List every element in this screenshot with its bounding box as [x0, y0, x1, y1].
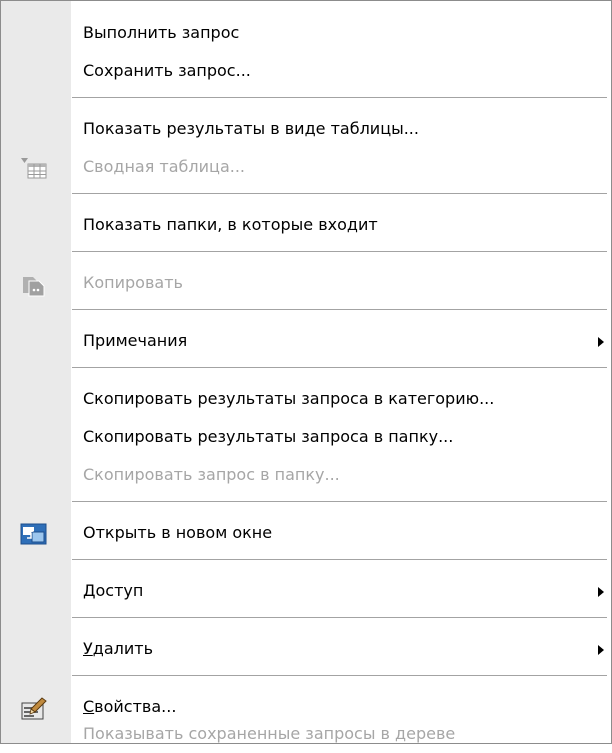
menu-item-pivot-table[interactable]: Сводная таблица... [1, 148, 611, 186]
menu-item-open-new-window[interactable]: Открыть в новом окне [1, 514, 611, 552]
menu-item-save-query[interactable]: Сохранить запрос... [1, 52, 611, 90]
menu-separator [72, 559, 607, 560]
menu-item-label: Доступ [83, 581, 144, 600]
menu-separator [72, 193, 607, 194]
context-menu: Выполнить запрос Сохранить запрос... Пок… [0, 0, 612, 744]
properties-icon [21, 697, 47, 720]
menu-item-show-saved-queries-tree[interactable]: Показывать сохраненные запросы в дереве [1, 724, 611, 744]
menu-item-show-table[interactable]: Показать результаты в виде таблицы... [1, 110, 611, 148]
menu-item-label: Скопировать результаты запроса в папку..… [83, 427, 454, 446]
menu-item-copy-results-folder[interactable]: Скопировать результаты запроса в папку..… [1, 418, 611, 456]
copy-icon [23, 277, 45, 297]
menu-item-label: Примечания [83, 331, 188, 350]
new-window-icon [20, 523, 47, 545]
menu-item-label: Скопировать запрос в папку... [83, 465, 340, 484]
menu-item-label: Сохранить запрос... [83, 61, 251, 80]
mnemonic-letter: С [83, 697, 95, 716]
menu-separator [72, 367, 607, 368]
menu-item-notes[interactable]: Примечания [1, 322, 611, 360]
menu-item-delete[interactable]: Удалить [1, 630, 611, 668]
menu-item-label: Сводная таблица... [83, 157, 245, 176]
menu-separator [72, 675, 607, 676]
menu-item-run-query[interactable]: Выполнить запрос [1, 14, 611, 52]
menu-item-copy-results-category[interactable]: Скопировать результаты запроса в категор… [1, 380, 611, 418]
menu-separator [72, 617, 607, 618]
menu-item-label: Копировать [83, 273, 183, 292]
menu-item-label: Показать результаты в виде таблицы... [83, 119, 419, 138]
menu-item-show-folders[interactable]: Показать папки, в которые входит [1, 206, 611, 244]
menu-item-label: Показывать сохраненные запросы в дереве [83, 724, 456, 743]
menu-item-label: Выполнить запрос [83, 23, 240, 42]
menu-item-label: Показать папки, в которые входит [83, 215, 378, 234]
menu-separator [72, 97, 607, 98]
menu-item-label: Скопировать результаты запроса в категор… [83, 389, 495, 408]
submenu-arrow-icon [598, 337, 604, 347]
pivot-table-icon [21, 158, 47, 179]
submenu-arrow-icon [598, 587, 604, 597]
menu-item-copy[interactable]: Копировать [1, 264, 611, 302]
mnemonic-letter: У [83, 639, 93, 658]
menu-item-label-rest: далить [92, 639, 153, 658]
menu-item-label: Открыть в новом окне [83, 523, 273, 542]
menu-item-access[interactable]: Доступ [1, 572, 611, 610]
menu-item-label: Удалить [83, 630, 153, 668]
submenu-arrow-icon [598, 645, 604, 655]
menu-separator [72, 501, 607, 502]
menu-separator [72, 309, 607, 310]
menu-separator [72, 251, 607, 252]
menu-item-label-rest: войства... [94, 697, 177, 716]
menu-item-copy-query-folder[interactable]: Скопировать запрос в папку... [1, 456, 611, 494]
